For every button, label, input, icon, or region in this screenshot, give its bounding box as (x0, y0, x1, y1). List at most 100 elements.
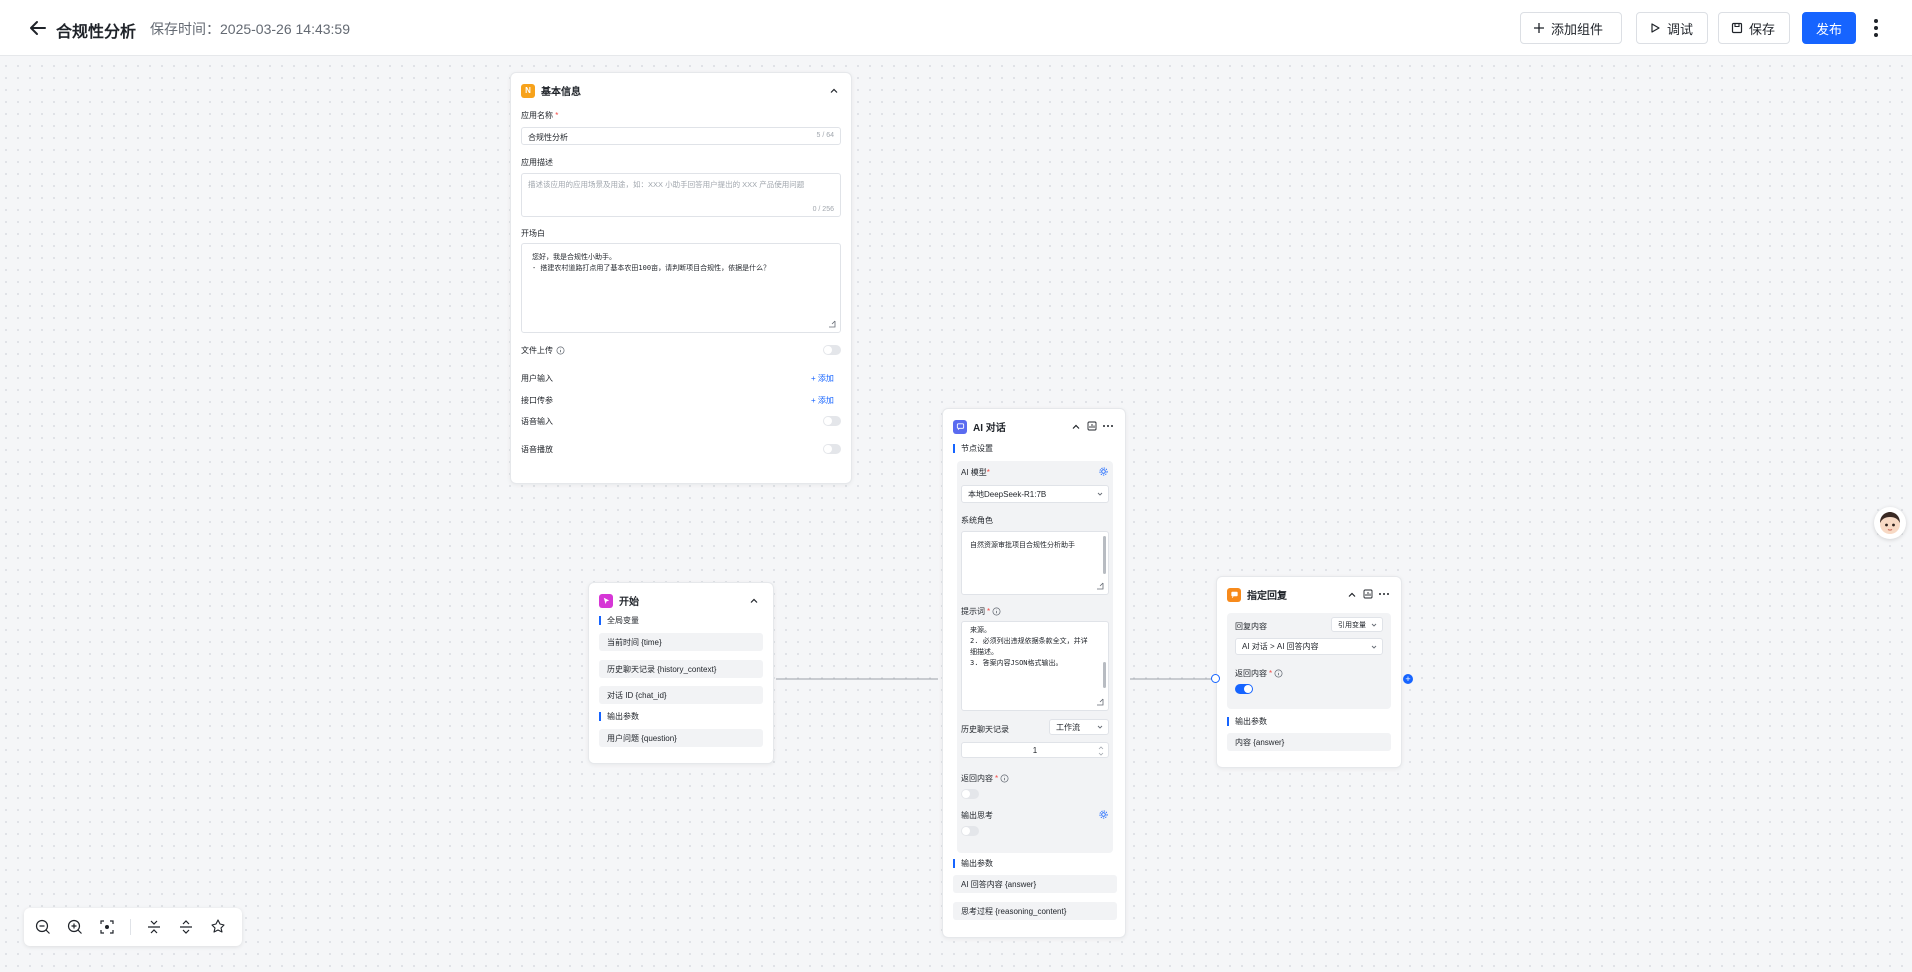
start-node-header: 开始 (599, 593, 639, 608)
resize-icon[interactable] (1096, 698, 1104, 706)
reply-variable-select[interactable]: AI 对话 > AI 回答内容 (1235, 638, 1383, 655)
basic-info-card[interactable]: N 基本信息 应用名称 * 合规性分析 5 / 64 应用描述 描述该应用的应用… (510, 72, 852, 484)
prompt-textarea[interactable]: 来源。 2. 必须列出违规依据条款全文，并详细描述。 3. 答案内容JSON格式… (961, 621, 1109, 711)
app-name-count: 5 / 64 (816, 132, 834, 139)
chevron-down-icon (1097, 492, 1103, 496)
info-icon (1274, 669, 1283, 678)
reply-content-label: 回复内容 (1235, 622, 1267, 631)
reply-variable-value: AI 对话 > AI 回答内容 (1242, 642, 1319, 651)
history-mode-select[interactable]: 工作流 (1049, 719, 1109, 735)
opening-label: 开场白 (521, 229, 545, 238)
ai-node-title: AI 对话 (973, 423, 1006, 434)
more-menu-icon[interactable] (1866, 12, 1886, 44)
ai-return-label: 返回内容 * (961, 773, 1009, 784)
prompt-label: 提示词 * (961, 606, 1001, 617)
reply-input-handle[interactable] (1211, 674, 1220, 683)
collapse-chevron-icon[interactable] (829, 86, 839, 96)
zoom-out-icon[interactable] (34, 918, 52, 936)
top-bar: 合规性分析 保存时间：2025-03-26 14:43:59 添加组件 调试 保… (0, 0, 1912, 56)
reply-output-add-handle[interactable]: + (1403, 674, 1413, 684)
opening-textarea[interactable]: 您好，我是合规性小助手。 - 搭建农村道路打点用了基本农田100亩，请判断项目合… (521, 243, 841, 333)
resize-icon[interactable] (1096, 582, 1104, 590)
save-label: 保存 (1749, 21, 1776, 37)
debug-button[interactable]: 调试 (1636, 12, 1708, 44)
file-upload-toggle[interactable] (823, 345, 841, 355)
output-think-toggle[interactable] (961, 826, 979, 836)
app-name-input[interactable]: 合规性分析 5 / 64 (521, 127, 841, 145)
interface-params-add-link[interactable]: + 添加 (811, 395, 834, 406)
assistant-avatar[interactable] (1874, 507, 1906, 539)
publish-button[interactable]: 发布 (1802, 12, 1856, 44)
app-name-label: 应用名称 * (521, 111, 559, 120)
reply-node-header: 指定回复 (1227, 587, 1287, 602)
history-count-stepper[interactable]: 1 (961, 742, 1109, 758)
ai-model-label: AI 模型* (961, 468, 990, 477)
model-settings-gear-icon[interactable] (1099, 467, 1108, 476)
ai-log-icon[interactable] (1087, 421, 1097, 431)
reply-mode-select[interactable]: 引用变量 (1331, 617, 1383, 632)
reply-node-icon (1227, 587, 1241, 602)
ai-more-icon[interactable] (1103, 425, 1113, 427)
start-output-question: 用户问题 {question} (599, 729, 763, 747)
reply-return-label: 返回内容 * (1235, 668, 1283, 679)
opening-line-1: 您好，我是合规性小助手。 (532, 253, 616, 261)
ai-model-select[interactable]: 本地DeepSeek-R1:7B (961, 485, 1109, 503)
reply-log-icon[interactable] (1363, 589, 1373, 599)
prompt-line-2: 2. 必须列出违规依据条款全文，并详细描述。 (970, 637, 1088, 656)
prompt-line-3: 3. 答案内容JSON格式输出。 (970, 659, 1063, 667)
basic-info-title: 基本信息 (541, 87, 581, 98)
expand-all-icon[interactable] (177, 918, 195, 936)
app-desc-textarea[interactable]: 描述该应用的应用场景及用途，如：XXX 小助手回答用户提出的 XXX 产品使用问… (521, 173, 841, 217)
ai-chat-node-card[interactable]: AI 对话 节点设置 AI 模型* 本地DeepSeek-R1:7B 系统角色 … (942, 408, 1126, 938)
ai-node-header: AI 对话 (953, 419, 1006, 434)
system-role-textarea[interactable]: 自然资源审批项目合规性分析助手 (961, 531, 1109, 595)
back-arrow-icon[interactable] (26, 16, 50, 40)
start-node-card[interactable]: 开始 全局变量 当前时间 {time} 历史聊天记录 {history_cont… (588, 582, 774, 764)
history-count-value: 1 (1032, 746, 1038, 755)
debug-label: 调试 (1667, 21, 1694, 37)
reply-node-card[interactable]: 指定回复 回复内容 引用变量 AI 对话 > AI 回答内容 返回内容 * 输出参… (1216, 576, 1402, 768)
prompt-line-1: 来源。 (970, 626, 991, 634)
ai-return-toggle[interactable] (961, 789, 979, 799)
basic-info-header: N 基本信息 (521, 83, 581, 98)
voice-input-toggle[interactable] (823, 416, 841, 426)
auto-layout-icon[interactable] (209, 918, 227, 936)
app-desc-count: 0 / 256 (812, 206, 834, 213)
add-component-label: 添加组件 (1551, 21, 1604, 37)
start-node-icon (599, 593, 613, 608)
basic-info-badge-icon: N (521, 83, 535, 98)
reply-return-toggle[interactable] (1235, 684, 1253, 694)
resize-icon[interactable] (828, 320, 836, 328)
fit-view-icon[interactable] (98, 918, 116, 936)
user-input-add-link[interactable]: + 添加 (811, 373, 834, 384)
system-role-scrollbar[interactable] (1103, 536, 1106, 574)
prompt-scrollbar[interactable] (1103, 662, 1106, 688)
ai-output-answer: AI 回答内容 {answer} (953, 875, 1117, 893)
start-output-section: 输出参数 (599, 712, 639, 721)
history-label: 历史聊天记录 (961, 725, 1009, 734)
avatar-face-icon (1880, 512, 1900, 534)
reply-more-icon[interactable] (1379, 593, 1389, 595)
think-settings-gear-icon[interactable] (1099, 810, 1108, 819)
global-var-history: 历史聊天记录 {history_context} (599, 660, 763, 678)
opening-line-2: - 搭建农村道路打点用了基本农田100亩，请判断项目合规性，依据是什么？ (532, 264, 771, 272)
info-icon (992, 607, 1001, 616)
collapse-all-icon[interactable] (145, 918, 163, 936)
start-collapse-chevron-icon[interactable] (749, 596, 759, 606)
save-time: 保存时间：2025-03-26 14:43:59 (150, 21, 350, 37)
add-component-button[interactable]: 添加组件 (1520, 12, 1622, 44)
ai-collapse-chevron-icon[interactable] (1071, 422, 1081, 432)
reply-node-title: 指定回复 (1247, 591, 1287, 602)
voice-play-toggle[interactable] (823, 444, 841, 454)
reply-collapse-chevron-icon[interactable] (1347, 590, 1357, 600)
app-name-value: 合规性分析 (528, 133, 568, 142)
file-upload-label: 文件上传 (521, 345, 565, 356)
play-icon (1651, 23, 1660, 33)
stepper-arrows-icon[interactable] (1098, 745, 1104, 757)
toolbar-divider (130, 919, 131, 935)
chevron-down-icon (1097, 725, 1103, 729)
ai-node-settings-section: 节点设置 (953, 444, 993, 453)
ai-model-value: 本地DeepSeek-R1:7B (968, 489, 1047, 499)
zoom-in-icon[interactable] (66, 918, 84, 936)
save-button[interactable]: 保存 (1718, 12, 1790, 44)
